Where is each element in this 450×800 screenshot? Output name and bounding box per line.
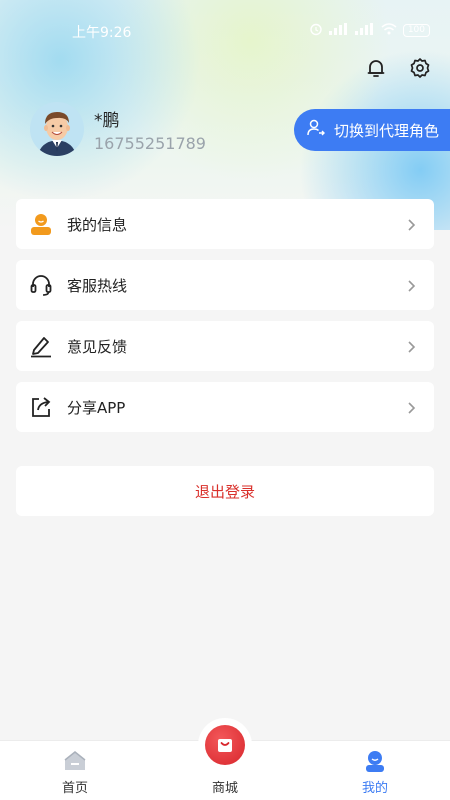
tab-mine[interactable]: 我的 (330, 741, 420, 800)
logout-button[interactable]: 退出登录 (16, 466, 434, 516)
switch-user-icon (306, 118, 326, 142)
battery-icon: 100 (402, 24, 430, 37)
tab-mall-label: 商城 (211, 781, 238, 796)
gear-icon[interactable] (408, 56, 432, 80)
status-time: 上午9:26 (72, 25, 132, 41)
user-icon (363, 749, 387, 773)
tab-home-label: 首页 (61, 781, 88, 796)
user-info-icon (28, 211, 54, 237)
profile-name: *鹏 (94, 111, 120, 131)
tab-mine-label: 我的 (361, 781, 388, 796)
menu-label-feedback: 意见反馈 (67, 337, 128, 356)
switch-role-label: 切换到代理角色 (334, 121, 440, 140)
menu-item-share[interactable]: 分享APP (16, 382, 434, 432)
chevron-right-icon (404, 278, 418, 292)
switch-role-button[interactable]: 切换到代理角色 (294, 109, 450, 151)
signal-icon (328, 23, 349, 38)
tab-home[interactable]: 首页 (30, 741, 120, 800)
mall-button[interactable] (198, 718, 252, 772)
home-icon (63, 749, 87, 773)
wifi-icon (381, 23, 397, 38)
profile-section: *鹏 16755251789 (30, 102, 290, 158)
bell-icon[interactable] (364, 56, 388, 80)
pen-icon (28, 333, 54, 359)
header-actions (364, 56, 432, 80)
menu-label-share: 分享APP (67, 398, 126, 417)
chevron-right-icon (404, 400, 418, 414)
menu-list: 我的信息 客服热线 意见反馈 分享APP (16, 199, 434, 443)
signal-icon-2 (354, 23, 375, 38)
chevron-right-icon (404, 339, 418, 353)
share-icon (28, 394, 54, 420)
headset-icon (28, 272, 54, 298)
menu-item-my-info[interactable]: 我的信息 (16, 199, 434, 249)
alarm-icon (309, 22, 323, 39)
profile-phone: 16755251789 (94, 134, 206, 153)
menu-item-feedback[interactable]: 意见反馈 (16, 321, 434, 371)
status-bar: 上午9:26 100 (0, 0, 450, 41)
shopping-bag-icon (205, 725, 245, 765)
menu-label-my-info: 我的信息 (67, 215, 128, 234)
menu-item-hotline[interactable]: 客服热线 (16, 260, 434, 310)
status-icons: 100 (309, 22, 430, 39)
chevron-right-icon (404, 217, 418, 231)
menu-label-hotline: 客服热线 (67, 276, 128, 295)
avatar[interactable] (30, 102, 84, 156)
